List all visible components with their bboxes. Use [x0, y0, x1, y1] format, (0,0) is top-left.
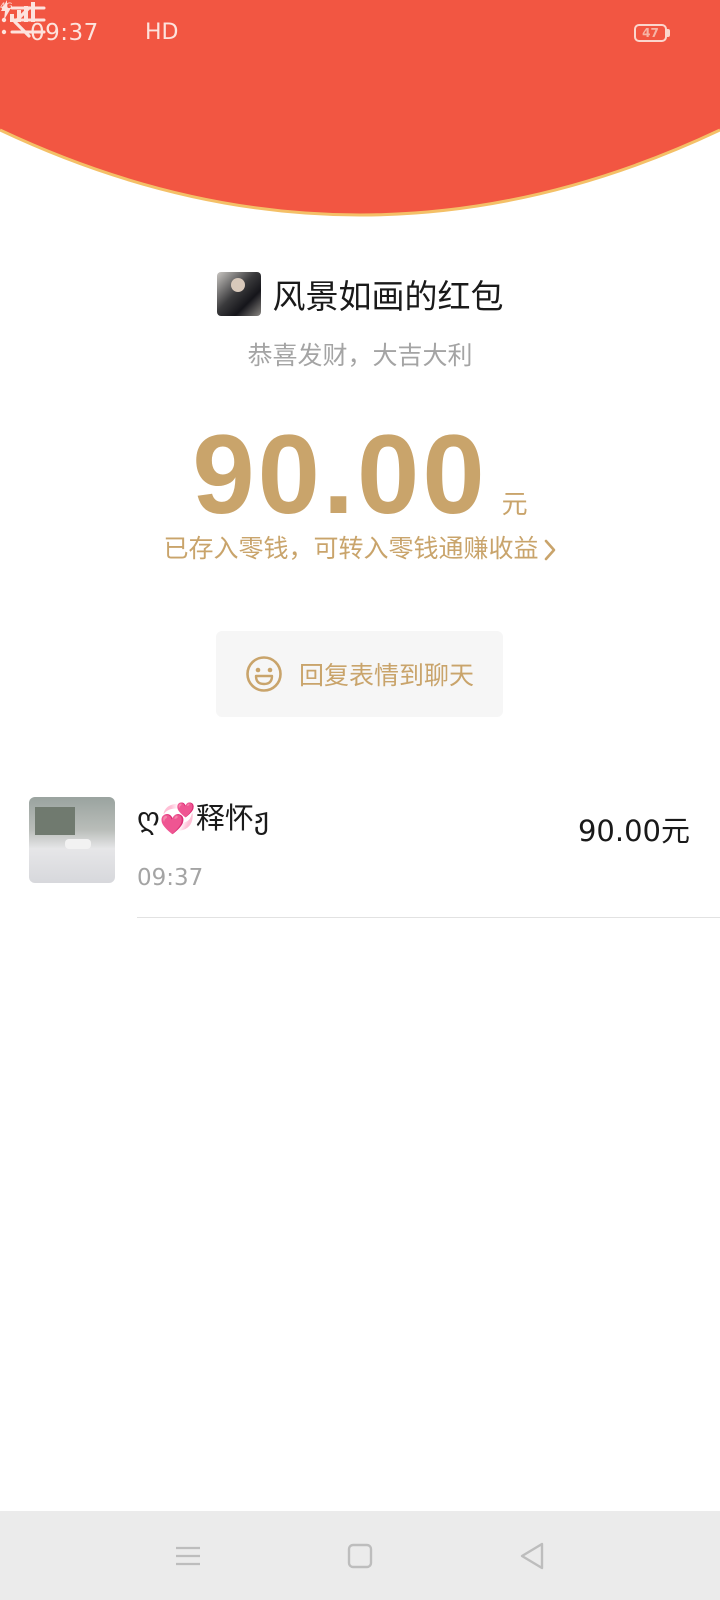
avatar-car-shape	[65, 839, 91, 849]
back-triangle-icon[interactable]	[517, 1541, 547, 1571]
sender-avatar[interactable]	[216, 272, 261, 316]
sender-row: 风景如画的红包	[0, 270, 720, 320]
greeting-text: 恭喜发财，大吉大利	[247, 341, 473, 370]
amount-row: 90.00 元	[0, 410, 720, 539]
navigation-bar	[0, 1511, 720, 1600]
red-envelope-header: 09:37 4G HD 47	[0, 0, 720, 225]
battery-cap	[667, 29, 670, 37]
saved-text: 已存入零钱，可转入零钱通赚收益	[163, 534, 539, 563]
saved-to-change-link[interactable]: 已存入零钱，可转入零钱通赚收益	[0, 529, 720, 565]
receiver-amount: 90.00元	[577, 814, 690, 848]
amount-value: 90.00	[192, 412, 488, 537]
avatar-building-shape	[35, 807, 75, 835]
receiver-name: ღ💞释怀ჟ	[137, 801, 269, 835]
battery-level: 47	[642, 26, 659, 40]
sender-name: 风景如画的红包	[272, 277, 504, 316]
battery-icon: 47	[634, 24, 667, 42]
hd-indicator: HD	[145, 20, 179, 45]
smiley-icon	[246, 656, 282, 692]
list-divider	[137, 917, 720, 918]
menu-icon[interactable]	[173, 1541, 203, 1571]
list-menu-icon[interactable]	[0, 0, 48, 40]
reply-label: 回复表情到聊天	[298, 661, 474, 690]
receiver-list-item[interactable]: ღ💞释怀ჟ 09:37 90.00元	[0, 790, 720, 918]
receiver-time: 09:37	[137, 865, 204, 891]
header-curve-shape	[0, 0, 720, 217]
receiver-avatar	[29, 797, 115, 883]
home-square-icon[interactable]	[345, 1541, 375, 1571]
chevron-right-icon	[544, 539, 555, 561]
reply-sticker-button[interactable]: 回复表情到聊天	[216, 631, 503, 717]
amount-unit: 元	[501, 490, 528, 520]
